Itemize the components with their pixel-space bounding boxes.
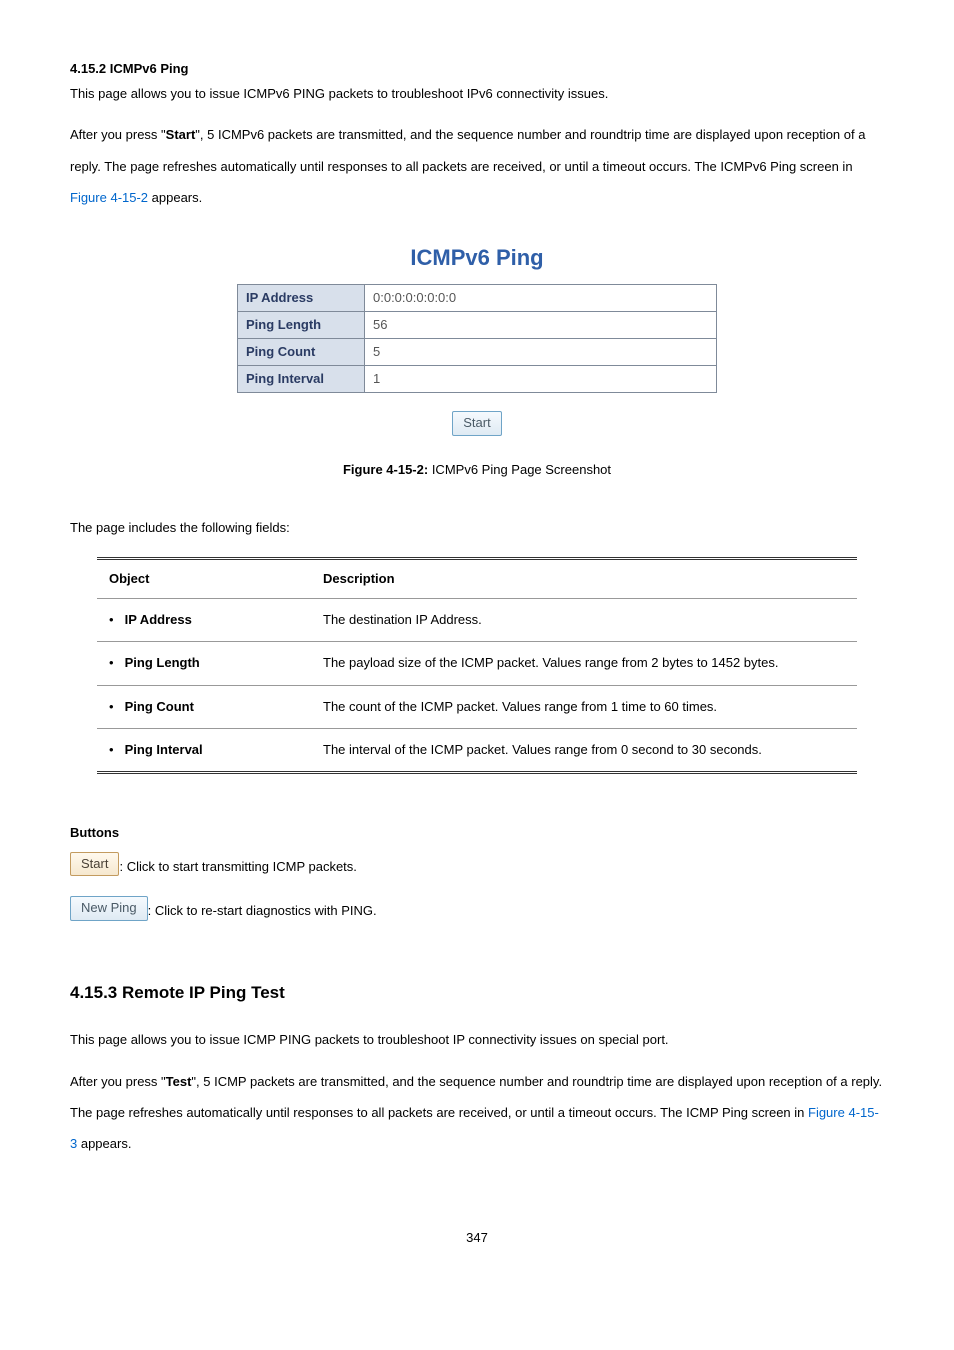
sec2-para-2: After you press "Test", 5 ICMP packets a… [70, 1066, 884, 1160]
sec2-para-2-end: appears. [77, 1136, 131, 1151]
table-row: • Ping Interval The interval of the ICMP… [97, 728, 857, 772]
sec2-para-1: This page allows you to issue ICMP PING … [70, 1024, 884, 1055]
obj-desc: The count of the ICMP packet. Values ran… [311, 685, 857, 728]
obj-name: IP Address [125, 612, 192, 627]
ping-length-value[interactable]: 56 [365, 311, 717, 338]
figure-caption-num: Figure 4-15-2: [343, 462, 428, 477]
start-button-image[interactable]: Start [70, 852, 119, 876]
bullet-icon: • [109, 654, 121, 672]
figure-caption-text: ICMPv6 Ping Page Screenshot [428, 462, 611, 477]
buttons-heading: Buttons [70, 824, 884, 842]
sec2-para-2-pre: After you press " [70, 1074, 166, 1089]
ip-address-value[interactable]: 0:0:0:0:0:0:0:0 [365, 284, 717, 311]
obj-desc: The interval of the ICMP packet. Values … [311, 728, 857, 772]
start-button-desc: : Click to start transmitting ICMP packe… [119, 859, 356, 874]
figure-caption: Figure 4-15-2: ICMPv6 Ping Page Screensh… [70, 461, 884, 479]
icmpv6-ping-title: ICMPv6 Ping [70, 243, 884, 274]
obj-desc: The payload size of the ICMP packet. Val… [311, 642, 857, 685]
obj-name: Ping Length [125, 655, 200, 670]
newping-button-row: New Ping: Click to re-start diagnostics … [70, 896, 884, 920]
new-ping-button-image[interactable]: New Ping [70, 896, 148, 920]
ping-count-label: Ping Count [238, 339, 365, 366]
obj-name: Ping Count [125, 699, 194, 714]
table-row: • Ping Length The payload size of the IC… [97, 642, 857, 685]
new-ping-button-desc: : Click to re-start diagnostics with PIN… [148, 903, 377, 918]
page-number: 347 [70, 1229, 884, 1247]
obj-name: Ping Interval [125, 742, 203, 757]
table-row: • Ping Count The count of the ICMP packe… [97, 685, 857, 728]
intro-para-1: This page allows you to issue ICMPv6 PIN… [70, 78, 884, 109]
ip-address-label: IP Address [238, 284, 365, 311]
start-word: Start [166, 127, 196, 142]
ping-interval-label: Ping Interval [238, 366, 365, 393]
ping-form-table: IP Address 0:0:0:0:0:0:0:0 Ping Length 5… [237, 284, 717, 394]
ping-length-label: Ping Length [238, 311, 365, 338]
ping-count-value[interactable]: 5 [365, 339, 717, 366]
object-header: Object [97, 559, 311, 599]
ping-form-wrap: IP Address 0:0:0:0:0:0:0:0 Ping Length 5… [70, 284, 884, 394]
intro-para-2: After you press "Start", 5 ICMPv6 packet… [70, 119, 884, 213]
start-button[interactable]: Start [452, 411, 501, 435]
bullet-icon: • [109, 741, 121, 759]
table-row: • IP Address The destination IP Address. [97, 599, 857, 642]
object-table: Object Description • IP Address The dest… [97, 557, 857, 774]
start-button-wrap: Start [70, 411, 884, 435]
ping-interval-value[interactable]: 1 [365, 366, 717, 393]
fields-intro: The page includes the following fields: [70, 519, 884, 537]
intro-para-2-pre: After you press " [70, 127, 166, 142]
obj-desc: The destination IP Address. [311, 599, 857, 642]
section-heading-2: 4.15.3 Remote IP Ping Test [70, 981, 884, 1005]
figure-link-1[interactable]: Figure 4-15-2 [70, 190, 148, 205]
intro-para-2-end: appears. [148, 190, 202, 205]
bullet-icon: • [109, 611, 121, 629]
description-header: Description [311, 559, 857, 599]
test-word: Test [166, 1074, 192, 1089]
sec2-para-2-post: ", 5 ICMP packets are transmitted, and t… [70, 1074, 882, 1120]
bullet-icon: • [109, 698, 121, 716]
start-button-row: Start: Click to start transmitting ICMP … [70, 852, 884, 876]
section-heading-1: 4.15.2 ICMPv6 Ping [70, 60, 884, 78]
